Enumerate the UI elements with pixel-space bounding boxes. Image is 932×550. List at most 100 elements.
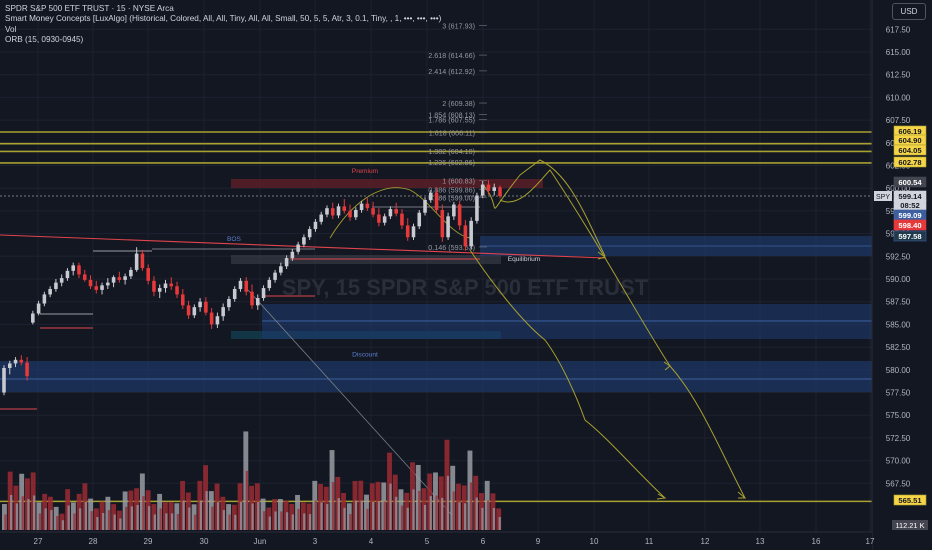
volume-bar (4, 514, 7, 530)
candle-body (111, 277, 116, 283)
price-axis[interactable]: 617.50615.00612.50610.00607.50605.00602.… (871, 0, 932, 550)
candle-body (232, 288, 237, 299)
volume-bar (15, 503, 19, 530)
volume-bar (147, 506, 151, 530)
candle-body (273, 272, 277, 280)
price-badge-label: 565.51 (898, 496, 922, 505)
volume-bar (337, 498, 340, 530)
candle-body (330, 208, 335, 216)
price-tick-label: 570.00 (886, 457, 911, 466)
price-tick-label: 580.00 (886, 366, 911, 375)
indicator-smc[interactable]: Smart Money Concepts [LuxAlgo] (Historic… (5, 14, 441, 24)
indicator-vol[interactable]: Vol (5, 25, 441, 35)
volume-bar (44, 508, 47, 530)
price-tick-label: 615.00 (886, 48, 911, 57)
candle-body (463, 225, 468, 247)
candle-body (400, 213, 404, 226)
price-badge-label: 602.78 (898, 158, 921, 167)
volume-bar (268, 516, 271, 530)
volume-bar (400, 505, 404, 530)
volume-bar (418, 490, 421, 530)
legend: SPDR S&P 500 ETF TRUST · 15 · NYSE Arca … (5, 4, 441, 46)
candle-body (31, 313, 35, 323)
fib-label: 1.786 (607.55) (428, 116, 475, 125)
price-tick-label: 572.50 (886, 434, 911, 443)
volume-bar (349, 513, 352, 530)
candle-body (7, 363, 12, 368)
volume-bar (487, 500, 490, 530)
volume-bar (10, 494, 13, 530)
volume-bar (234, 514, 237, 530)
volume-bar (320, 502, 323, 530)
volume-bar (446, 475, 450, 530)
time-tick-label: 6 (481, 537, 486, 546)
candle-body (319, 214, 323, 222)
time-axis[interactable]: 27 28 29 30 Jun 3 4 5 6 9 10 11 12 13 16 17 (0, 531, 875, 550)
candle-body (342, 206, 347, 211)
candle-body (59, 278, 64, 283)
volume-bar (280, 511, 283, 530)
annotation-label: Premium (352, 168, 379, 175)
time-tick-label: 9 (536, 537, 541, 546)
time-tick-label: Jun (254, 537, 267, 546)
volume-bar (199, 500, 202, 530)
volume-bar (182, 500, 185, 530)
candle-body (54, 282, 58, 289)
candle-body (238, 280, 243, 289)
volume-bar (124, 506, 128, 530)
candle-body (163, 283, 168, 289)
indicator-orb[interactable]: ORB (15, 0930-0945) (5, 35, 441, 45)
chart-title[interactable]: SPDR S&P 500 ETF TRUST · 15 · NYSE Arca (5, 4, 441, 14)
price-tick-label: 612.50 (886, 71, 911, 80)
candle-body (244, 280, 249, 292)
volume-bar (159, 508, 162, 530)
currency-button[interactable]: USD (892, 3, 926, 20)
candle-body (221, 307, 225, 317)
candle-body (417, 212, 422, 227)
volume-bar (395, 496, 398, 530)
price-tick-label: 582.50 (886, 343, 911, 352)
candle-body (382, 216, 387, 223)
candle-body (48, 288, 52, 295)
volume-bar (481, 507, 484, 530)
volume-bar (21, 496, 24, 530)
time-tick-label: 17 (866, 537, 875, 546)
volume-bar (383, 501, 386, 530)
volume-bar (492, 508, 496, 530)
candle-body (227, 298, 231, 308)
candle-body (106, 282, 110, 286)
price-tick-label: 567.50 (886, 479, 911, 488)
volume-bar (136, 504, 139, 530)
volume-bar (245, 470, 248, 530)
candle-body (267, 279, 272, 289)
volume-bar (262, 511, 266, 530)
candle-body (394, 209, 398, 214)
price-tick-label: 587.50 (886, 298, 911, 307)
candle-body (2, 367, 6, 393)
candle-body (365, 203, 370, 209)
candle-body (405, 225, 410, 238)
candle-body (123, 276, 127, 280)
spy-chart[interactable]: SPY, 15 SPDR S&P 500 ETF TRUST 3 (617.93… (0, 0, 932, 550)
price-tick-label: 607.50 (886, 116, 911, 125)
candle-body (117, 277, 122, 280)
watermark: SPY, 15 SPDR S&P 500 ETF TRUST (282, 275, 649, 300)
candle-body (25, 362, 29, 377)
time-tick-label: 12 (701, 537, 710, 546)
volume-bar (119, 518, 122, 530)
candle-body (296, 244, 300, 252)
grid (0, 0, 872, 532)
volume-bar (38, 513, 42, 530)
volume-bar (33, 495, 36, 530)
candle-body (452, 204, 456, 217)
volume-bar (50, 510, 53, 530)
volume-bar (389, 483, 392, 530)
candle-body (446, 216, 450, 238)
time-tick-label: 30 (200, 537, 209, 546)
candle-body (498, 187, 502, 197)
volume-bar (27, 499, 30, 530)
candle-body (255, 298, 260, 306)
volume-bar (176, 513, 180, 530)
candle-body (250, 291, 254, 306)
candle-body (71, 265, 75, 271)
